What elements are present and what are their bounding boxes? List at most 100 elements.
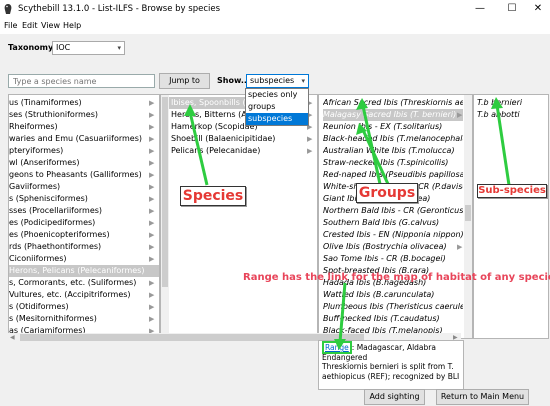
list-item[interactable]: s, Cormorants, etc. (Suliformes) — [9, 277, 159, 289]
families-panel: Ibises, Spoonbills (Threskiornithidae) H… — [160, 94, 318, 339]
list-item[interactable]: Olive Ibis (Bostrychia olivacea) — [323, 241, 463, 253]
orders-panel: us (Tinamiformes) ses (Struthioniformes)… — [8, 94, 160, 339]
close-button[interactable]: ✕ — [524, 0, 550, 18]
show-option-groups[interactable]: groups — [246, 101, 308, 113]
chevron-right-icon: ▶ — [149, 111, 155, 119]
scroll-left-icon[interactable]: ◀ — [10, 333, 15, 342]
chevron-right-icon: ▶ — [149, 207, 155, 215]
list-item[interactable]: Gaviiformes) — [9, 181, 159, 193]
list-item[interactable]: us (Tinamiformes) — [9, 97, 159, 109]
list-item[interactable]: T.b bernieri — [477, 97, 547, 109]
list-item[interactable]: Buff-necked Ibis (T.caudatus) — [323, 313, 463, 325]
chevron-right-icon: ▶ — [149, 183, 155, 191]
menu-view[interactable]: View — [41, 21, 60, 30]
list-item[interactable]: Sao Tome Ibis - CR (B.bocagei) — [323, 253, 463, 265]
list-item[interactable]: Wattled Ibis (B.carunculata) — [323, 289, 463, 301]
list-item[interactable]: s (Sphenisciformes) — [9, 193, 159, 205]
list-item[interactable]: pteryiformes) — [9, 145, 159, 157]
list-item[interactable]: waries and Emu (Casuariiformes) — [9, 133, 159, 145]
chevron-right-icon: ▶ — [457, 111, 463, 119]
taxonomy-label: Taxonomy: — [8, 43, 57, 52]
list-item[interactable]: rds (Phaethontiformes) — [9, 241, 159, 253]
horizontal-scrollbar-thumb[interactable] — [20, 334, 364, 341]
list-item[interactable]: Straw-necked Ibis (T.spinicollis) — [323, 157, 463, 169]
families-scrollbar[interactable] — [161, 95, 169, 338]
list-item[interactable]: s (Mesitornithiformes) — [9, 313, 159, 325]
add-sighting-button[interactable]: Add sighting — [364, 389, 425, 405]
taxonomy-note: Threskiornis bernieri is split from T. a… — [322, 362, 460, 381]
list-item[interactable]: ses (Struthioniformes) — [9, 109, 159, 121]
list-item[interactable]: T.b abbotti — [477, 109, 547, 121]
menu-help[interactable]: Help — [63, 21, 81, 30]
chevron-right-icon: ▶ — [149, 195, 155, 203]
species-info-box: Range: Madagascar, Aldabra Endangered Th… — [318, 340, 464, 390]
chevron-right-icon: ▶ — [149, 147, 155, 155]
show-select[interactable]: subspecies ▾ — [246, 74, 309, 88]
list-item[interactable]: s (Otidiformes) — [9, 301, 159, 313]
return-to-main-menu-button[interactable]: Return to Main Menu — [436, 389, 529, 405]
title-bar: Scythebill 13.1.0 - List-ILFS - Browse b… — [0, 0, 550, 20]
show-dropdown-list: species only groups subspecies — [245, 88, 309, 126]
list-item-selected[interactable]: Herons, Pelicans (Pelecaniformes) — [9, 265, 159, 277]
minimize-button[interactable]: — — [466, 0, 494, 18]
show-value: subspecies — [250, 76, 295, 85]
list-item[interactable]: es (Podicipediformes) — [9, 217, 159, 229]
subspecies-annotation: Sub-species — [477, 184, 547, 198]
range-text: : Madagascar, Aldabra — [351, 343, 436, 352]
chevron-right-icon: ▶ — [149, 135, 155, 143]
list-item[interactable]: geons to Pheasants (Galliformes) — [9, 169, 159, 181]
species-search-input[interactable] — [8, 74, 155, 88]
chevron-right-icon: ▶ — [149, 279, 155, 287]
maximize-button[interactable]: ☐ — [498, 0, 526, 18]
show-option-species-only[interactable]: species only — [246, 89, 308, 101]
list-item[interactable]: Reunion Ibis - EX (T.solitarius) — [323, 121, 463, 133]
families-scrollbar-thumb[interactable] — [162, 97, 168, 287]
list-item[interactable]: Crested Ibis - EN (Nipponia nippon) — [323, 229, 463, 241]
list-item[interactable]: Red-naped Ibis (Pseudibis papillosa) — [323, 169, 463, 181]
list-item[interactable]: Black-headed Ibis (T.melanocephalus) — [323, 133, 463, 145]
list-item[interactable]: wl (Anseriformes) — [9, 157, 159, 169]
list-item[interactable]: African Sacred Ibis (Threskiornis aethio… — [323, 97, 463, 109]
chevron-down-icon: ▾ — [301, 77, 305, 85]
groups-annotation: Groups — [356, 183, 418, 203]
list-item[interactable]: Vultures, etc. (Accipitriformes) — [9, 289, 159, 301]
list-item[interactable]: Shoebill (Balaenicipitidae) — [169, 133, 309, 145]
chevron-right-icon: ▶ — [457, 243, 463, 251]
chevron-right-icon: ▶ — [149, 255, 155, 263]
chevron-right-icon: ▶ — [149, 315, 155, 323]
chevron-right-icon: ▶ — [307, 135, 313, 143]
list-item[interactable]: es (Phoenicopteriformes) — [9, 229, 159, 241]
list-item[interactable]: Rheiformes) — [9, 121, 159, 133]
chevron-right-icon: ▶ — [149, 219, 155, 227]
menu-file[interactable]: File — [4, 21, 17, 30]
list-item[interactable]: Ciconiiformes) — [9, 253, 159, 265]
species-scrollbar[interactable] — [464, 95, 472, 338]
chevron-right-icon: ▶ — [149, 99, 155, 107]
chevron-right-icon: ▶ — [149, 291, 155, 299]
list-item[interactable]: Southern Bald Ibis (G.calvus) — [323, 217, 463, 229]
chevron-right-icon: ▶ — [149, 171, 155, 179]
show-option-subspecies[interactable]: subspecies — [246, 113, 308, 125]
menu-bar: File Edit View Help — [0, 20, 550, 34]
list-item[interactable]: Pelicans (Pelecanidae) — [169, 145, 309, 157]
species-annotation: Species — [180, 186, 246, 206]
species-panel: African Sacred Ibis (Threskiornis aethio… — [318, 94, 473, 339]
conservation-status: Endangered — [322, 352, 368, 362]
list-item[interactable]: Australian White Ibis (T.molucca) — [323, 145, 463, 157]
list-item[interactable]: Plumbeous Ibis (Theristicus caerulescens… — [323, 301, 463, 313]
chevron-right-icon: ▶ — [149, 231, 155, 239]
taxonomy-select[interactable]: IOC ▾ — [52, 41, 125, 55]
menu-edit[interactable]: Edit — [22, 21, 38, 30]
list-item-selected[interactable]: Malagasy Sacred Ibis (T. bernieri) — [323, 109, 463, 121]
show-label: Show... — [217, 76, 250, 85]
species-scrollbar-thumb[interactable] — [465, 205, 471, 221]
jump-to-button[interactable]: Jump to — [159, 73, 210, 89]
list-item[interactable]: sses (Procellariiformes) — [9, 205, 159, 217]
subspecies-panel: T.b bernieri T.b abbotti — [473, 94, 549, 339]
list-item[interactable]: Northern Bald Ibis - CR (Geronticus erem… — [323, 205, 463, 217]
range-annotation-note: Range has the link for the map of habita… — [243, 272, 550, 283]
chevron-down-icon: ▾ — [117, 44, 121, 52]
window-title: Scythebill 13.1.0 - List-ILFS - Browse b… — [18, 4, 221, 14]
taxonomy-value: IOC — [56, 43, 71, 52]
chevron-right-icon: ▶ — [149, 303, 155, 311]
